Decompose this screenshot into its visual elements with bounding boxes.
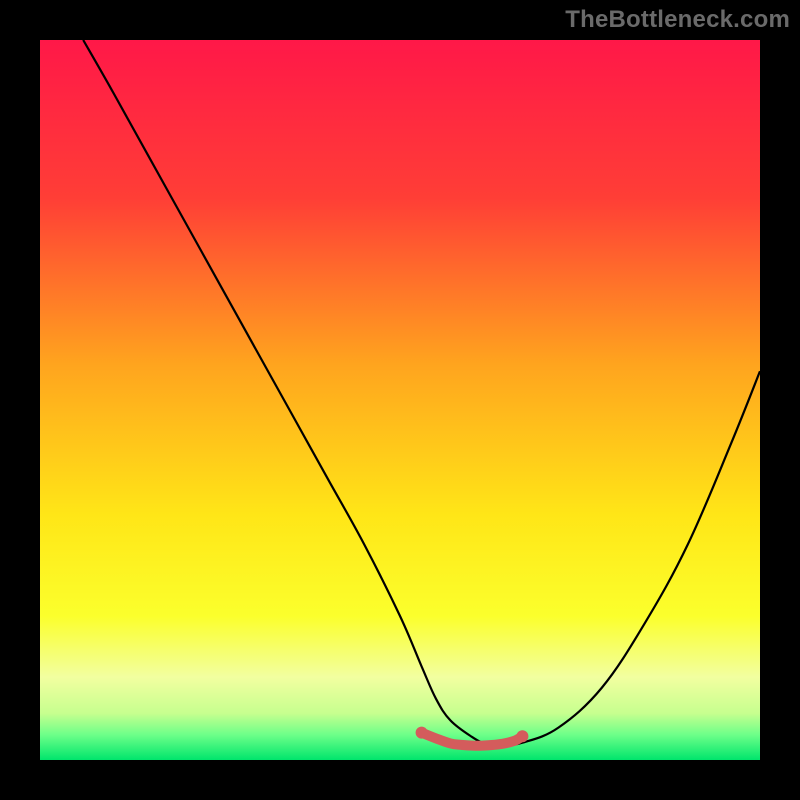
watermark-text: TheBottleneck.com (565, 6, 790, 34)
gradient-background (40, 40, 760, 760)
optimal-zone-end-left (416, 727, 428, 739)
optimal-zone-end-right (516, 730, 528, 742)
chart-frame: TheBottleneck.com (0, 0, 800, 800)
bottleneck-chart (0, 0, 800, 800)
